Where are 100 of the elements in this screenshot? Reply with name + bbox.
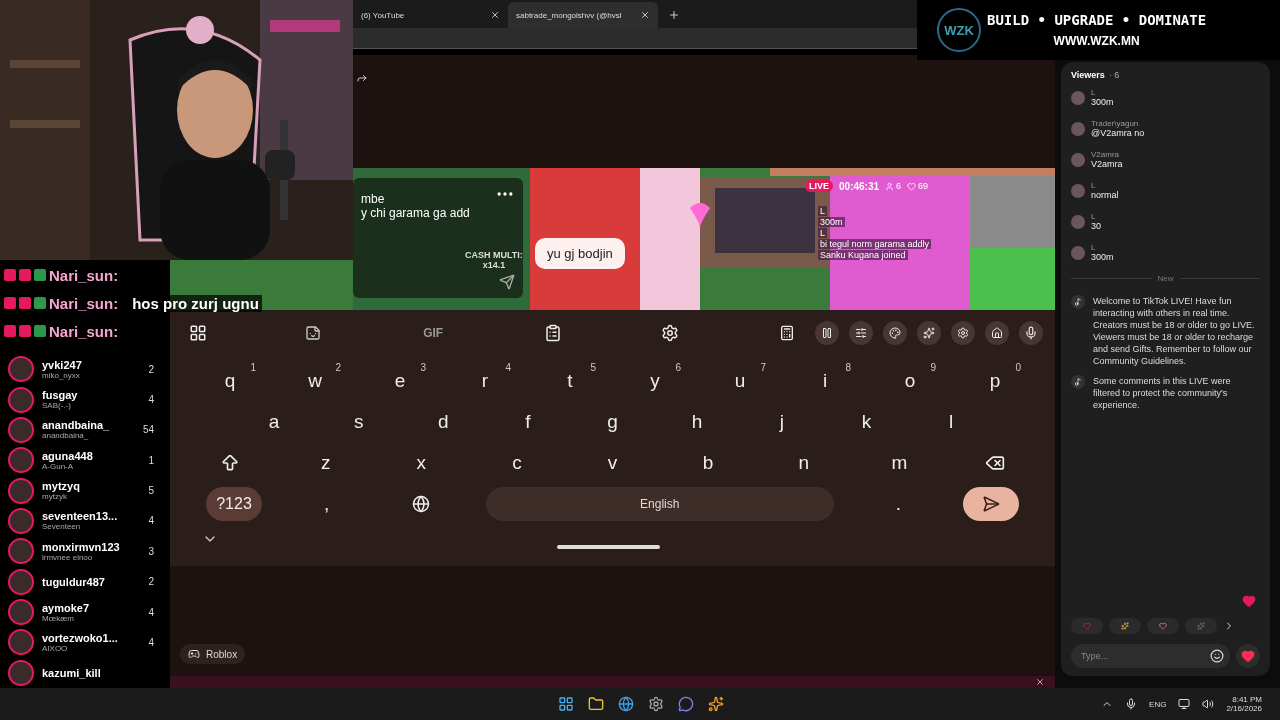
creator-avatar[interactable] (8, 416, 34, 443)
key[interactable]: i 8 (795, 361, 855, 400)
key[interactable]: y 6 (625, 361, 685, 400)
creator-name[interactable]: anandbaina_ (42, 419, 135, 432)
gift-button[interactable] (1147, 618, 1179, 634)
key[interactable]: u 7 (710, 361, 770, 400)
apps-icon[interactable] (189, 324, 208, 342)
key[interactable]: s (328, 402, 389, 441)
key[interactable]: f (497, 402, 558, 441)
browser-tab[interactable]: sabtrade_mongolshvv (@hvsl (508, 2, 658, 28)
creator-avatar[interactable] (8, 659, 34, 686)
key[interactable]: z (295, 443, 356, 482)
language-indicator[interactable]: ENG (1149, 699, 1167, 709)
creator-avatar[interactable] (8, 629, 34, 656)
key[interactable]: t 5 (540, 361, 600, 400)
key[interactable]: l (921, 402, 981, 441)
creator-avatar[interactable] (8, 568, 34, 595)
user-avatar[interactable] (1071, 121, 1085, 136)
creator-name[interactable]: fusgay (42, 389, 141, 402)
creator-avatar[interactable] (8, 356, 34, 383)
comment-user[interactable]: L (1091, 88, 1114, 97)
key[interactable]: , (296, 484, 357, 523)
key[interactable]: h (667, 402, 728, 441)
volume-icon[interactable] (1202, 698, 1215, 710)
app-icon[interactable] (708, 696, 724, 712)
start-icon[interactable] (558, 696, 574, 712)
symbols-key[interactable]: ?123 (206, 486, 262, 521)
creator-avatar[interactable] (8, 386, 34, 413)
key[interactable]: g (582, 402, 643, 441)
creator-name[interactable]: mytzyq (42, 480, 141, 493)
sticker-icon[interactable] (304, 325, 321, 341)
category-chip[interactable]: Roblox (180, 644, 246, 664)
close-icon[interactable] (1035, 677, 1045, 687)
microphone-button[interactable] (1018, 321, 1043, 345)
comment-field[interactable]: Type... (1071, 644, 1230, 668)
keypad-icon[interactable] (778, 325, 795, 341)
shift-key[interactable] (220, 452, 240, 473)
creator-avatar[interactable] (8, 538, 34, 565)
enter-key[interactable] (962, 486, 1019, 521)
key[interactable]: r 4 (455, 361, 515, 400)
comment-user[interactable]: L (1091, 181, 1119, 190)
key[interactable]: a (244, 402, 304, 441)
comment-user[interactable]: V2amra (1091, 150, 1123, 159)
palette-button[interactable] (882, 321, 907, 345)
language-key[interactable] (412, 494, 431, 513)
microphone-icon[interactable] (1125, 698, 1138, 710)
creator-name[interactable]: kazumi_kill (42, 666, 154, 679)
browser-tab[interactable]: (6) YouTube (353, 2, 508, 28)
browser-icon[interactable] (618, 696, 634, 712)
gif-button[interactable]: GIF (423, 326, 444, 340)
user-avatar[interactable] (1071, 152, 1085, 167)
clock-time[interactable]: 8:41 PM (1232, 695, 1262, 704)
creator-avatar[interactable] (8, 507, 34, 534)
key[interactable]: q 1 (200, 361, 260, 400)
chat-app-icon[interactable] (678, 696, 694, 712)
comment-user[interactable]: L (1091, 212, 1101, 221)
creator-avatar[interactable] (8, 477, 34, 504)
new-tab-icon[interactable] (668, 9, 680, 21)
user-avatar[interactable] (1071, 245, 1085, 260)
close-icon[interactable] (490, 10, 500, 20)
send-icon[interactable] (499, 274, 515, 290)
key[interactable]: w 2 (285, 361, 345, 400)
settings-icon[interactable] (648, 696, 664, 712)
key[interactable]: m (869, 443, 930, 482)
creator-name[interactable]: vortezwoko1... (42, 631, 141, 644)
key[interactable]: e 3 (370, 361, 430, 400)
folder-icon[interactable] (588, 696, 604, 712)
creator-avatar[interactable] (8, 599, 34, 626)
home-button[interactable] (984, 321, 1009, 345)
creator-name[interactable]: seventeen13... (42, 510, 141, 523)
monitor-icon[interactable] (1178, 698, 1191, 710)
key[interactable]: j (751, 402, 812, 441)
sliders-button[interactable] (848, 321, 873, 345)
key[interactable]: . (868, 484, 929, 523)
key[interactable]: d (413, 402, 474, 441)
like-button[interactable] (1236, 644, 1260, 668)
key[interactable]: x (391, 443, 452, 482)
key[interactable]: b (678, 443, 739, 482)
key[interactable]: o 9 (880, 361, 940, 400)
key[interactable]: v (582, 443, 643, 482)
comment-user[interactable]: Trader\yagun (1091, 119, 1145, 128)
creator-avatar[interactable] (8, 447, 34, 474)
creator-name[interactable]: aguna448 (42, 449, 141, 462)
key[interactable]: p 0 (965, 361, 1025, 400)
key[interactable]: k (836, 402, 897, 441)
settings-button[interactable] (950, 321, 975, 345)
settings-icon[interactable] (661, 324, 680, 342)
gift-button[interactable] (1109, 618, 1141, 634)
close-icon[interactable] (640, 10, 650, 20)
user-avatar[interactable] (1071, 214, 1085, 229)
key[interactable]: c (486, 443, 547, 482)
user-avatar[interactable] (1071, 183, 1085, 198)
space-bar[interactable]: English (485, 486, 834, 521)
comment-user[interactable]: L (1091, 243, 1114, 252)
pause-button[interactable] (814, 321, 839, 345)
share-icon[interactable] (356, 72, 368, 84)
key[interactable]: n (773, 443, 834, 482)
sparkle-button[interactable] (916, 321, 941, 345)
creator-name[interactable]: aymoke7 (42, 601, 141, 614)
creator-name[interactable]: yvki247 (42, 358, 141, 371)
